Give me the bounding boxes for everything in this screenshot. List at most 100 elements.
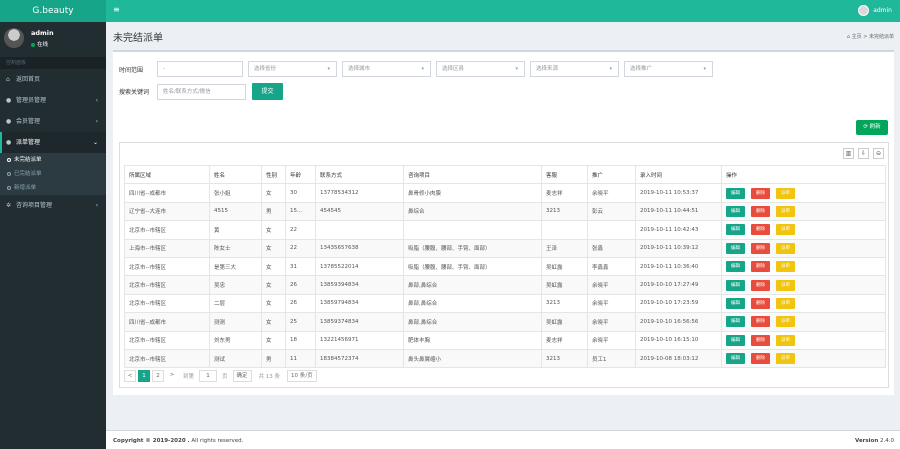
page-1-button[interactable]: 1 xyxy=(138,370,150,382)
delete-button[interactable]: 删除 xyxy=(751,205,770,217)
column-header: 性别 xyxy=(261,164,286,185)
time-range-input[interactable]: - xyxy=(157,61,243,77)
next-page-button[interactable]: > xyxy=(166,370,178,382)
table-row: 北京市--市辖区 二层女 26 13859794834 鼻部,鼻综合 3213 余晓平 201… xyxy=(124,293,886,314)
sidebar-item-home[interactable]: ⌂ 返回首页 xyxy=(0,69,106,90)
users-icon: ● xyxy=(6,97,12,104)
refresh-button[interactable]: ⟳ 刷新 xyxy=(856,120,888,135)
subnav-new[interactable]: 新增派单 xyxy=(0,181,106,195)
table-cell: 鼻头鼻翼缩小 xyxy=(403,348,542,369)
chevron-down-icon: ▾ xyxy=(327,66,330,72)
city-select[interactable]: 选择城市 ▾ xyxy=(342,61,431,77)
keyword-input[interactable]: 姓名/联系方式/微信 xyxy=(157,83,246,100)
edit-button[interactable]: 编辑 xyxy=(726,261,745,273)
table-row: 北京市--市辖区 测试男 11 18384572374 鼻头鼻翼缩小 3213 员工1 201… xyxy=(124,348,886,369)
table-header: 所属区域 姓名 性别 年龄 联系方式 咨询项目 客服 推广 录入时间 操作 xyxy=(124,164,886,185)
table-cell: 余晓平 xyxy=(587,312,636,332)
table-cell: 13859794834 xyxy=(315,293,404,314)
submit-button[interactable]: 提交 xyxy=(252,83,283,100)
top-user-menu[interactable]: admin xyxy=(858,5,892,16)
logo[interactable]: G.beauty xyxy=(0,0,106,22)
subnav-finished[interactable]: 已完结派单 xyxy=(0,167,106,181)
table-cell: 男 xyxy=(261,201,286,222)
delete-button[interactable]: 删除 xyxy=(751,297,770,309)
district-select[interactable]: 选择区县 ▾ xyxy=(436,61,525,77)
delete-button[interactable]: 删除 xyxy=(751,242,770,254)
table-cell: 余晓平 xyxy=(587,183,636,203)
edit-button[interactable]: 编辑 xyxy=(726,224,745,236)
settings-icon[interactable]: ⊖ xyxy=(873,148,884,159)
menu-toggle-icon[interactable]: ≡ xyxy=(113,6,120,14)
export-icon[interactable]: ⇩ xyxy=(858,148,869,159)
top-navbar: G.beauty ≡ admin xyxy=(0,0,900,22)
dispatch-button[interactable]: 派单 xyxy=(776,334,795,346)
table-cell: 454545 xyxy=(315,201,404,222)
columns-icon[interactable]: ▥ xyxy=(843,148,854,159)
column-header: 联系方式 xyxy=(315,164,404,185)
table-cell: 四川省--成都市 xyxy=(124,312,210,332)
goto-confirm-button[interactable]: 确定 xyxy=(232,370,252,382)
page-2-button[interactable]: 2 xyxy=(152,370,164,382)
actions-cell: 编辑 删除 派单 xyxy=(721,183,886,203)
dispatch-button[interactable]: 派单 xyxy=(776,224,795,236)
delete-button[interactable]: 删除 xyxy=(751,187,770,199)
edit-button[interactable]: 编辑 xyxy=(726,242,745,254)
table-cell: 18 xyxy=(285,330,316,350)
edit-button[interactable]: 编辑 xyxy=(726,297,745,309)
edit-button[interactable]: 编辑 xyxy=(726,279,745,291)
table-cell: 2019-10-11 10:44:51 xyxy=(635,201,722,222)
sidebar-item-projects[interactable]: ✲ 咨询项目管理 ‹ xyxy=(0,195,106,216)
chevron-down-icon: ▾ xyxy=(703,66,706,72)
dispatch-button[interactable]: 派单 xyxy=(776,261,795,273)
table-cell: 吴虹露 xyxy=(541,312,588,332)
sidebar-item-dispatch[interactable]: ● 派单管理 ⌄ xyxy=(0,132,106,153)
dispatch-button[interactable]: 派单 xyxy=(776,353,795,365)
breadcrumb-home[interactable]: 主页 xyxy=(852,34,862,40)
dispatch-button[interactable]: 派单 xyxy=(776,316,795,328)
table-cell xyxy=(587,220,636,240)
delete-button[interactable]: 删除 xyxy=(751,279,770,291)
dispatch-button[interactable]: 派单 xyxy=(776,242,795,254)
table-cell: 余晓平 xyxy=(587,275,636,295)
chevron-left-icon: ‹ xyxy=(95,97,98,104)
dispatch-button[interactable]: 派单 xyxy=(776,297,795,309)
source-select[interactable]: 选择来源 ▾ xyxy=(530,61,619,77)
table-row: 上海市--市辖区 陈女士女 22 13435657638 吸脂（腰腹、腰部、手臂、面部）… xyxy=(124,238,886,258)
avatar xyxy=(4,28,24,48)
column-header: 操作 xyxy=(721,164,886,185)
table-cell: 2019-10-08 18:03:12 xyxy=(635,348,722,369)
subnav-unfinished[interactable]: 未完结派单 xyxy=(0,153,106,167)
edit-button[interactable]: 编辑 xyxy=(726,353,745,365)
page-number-input[interactable]: 1 xyxy=(199,370,218,382)
page-size-select[interactable]: 10 条/页 xyxy=(287,370,317,382)
online-status: 在线 xyxy=(31,40,48,48)
province-select[interactable]: 选择省份 ▾ xyxy=(248,61,337,77)
dispatch-button[interactable]: 派单 xyxy=(776,187,795,199)
delete-button[interactable]: 删除 xyxy=(751,316,770,328)
prev-page-button[interactable]: < xyxy=(124,370,136,382)
edit-button[interactable]: 编辑 xyxy=(726,205,745,217)
sidebar-item-members[interactable]: ● 会员管理 ‹ xyxy=(0,111,106,132)
table-cell: 四川省--成都市 xyxy=(124,183,210,203)
sidebar-item-admin[interactable]: ● 管理员管理 ‹ xyxy=(0,90,106,111)
dispatch-button[interactable]: 派单 xyxy=(776,279,795,291)
dispatch-button[interactable]: 派单 xyxy=(776,205,795,217)
dispatch-subnav: 未完结派单 已完结派单 新增派单 xyxy=(0,153,106,195)
edit-button[interactable]: 编辑 xyxy=(726,187,745,199)
table-cell: 18384572374 xyxy=(315,348,404,369)
delete-button[interactable]: 删除 xyxy=(751,224,770,236)
promotion-select[interactable]: 选择推广 ▾ xyxy=(624,61,713,77)
edit-button[interactable]: 编辑 xyxy=(726,316,745,328)
keyword-label: 搜索关键词 xyxy=(119,89,150,96)
table-cell: 女 xyxy=(261,238,286,258)
table-cell: 2019-10-10 16:56:56 xyxy=(635,312,722,332)
table-cell: 吴忠 xyxy=(209,275,262,295)
table-row: 四川省--成都市 测测女 25 13859374834 鼻部,鼻综合 吴虹露 余晓平 2019… xyxy=(124,312,886,332)
footer: Copyright © 2019-2020 . All rights reser… xyxy=(106,430,900,449)
delete-button[interactable]: 删除 xyxy=(751,261,770,273)
edit-button[interactable]: 编辑 xyxy=(726,334,745,346)
table-cell: 二层 xyxy=(209,293,262,314)
table-cell: 13859394834 xyxy=(315,275,404,295)
delete-button[interactable]: 删除 xyxy=(751,334,770,346)
delete-button[interactable]: 删除 xyxy=(751,353,770,365)
